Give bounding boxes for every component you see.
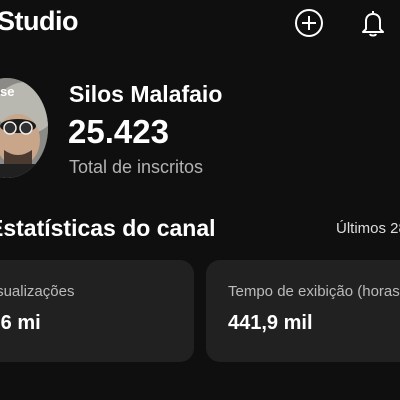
- avatar-overlay-text: se: [0, 84, 15, 99]
- views-value: 1,6 mi: [0, 312, 41, 334]
- period-filter[interactable]: Últimos 28 dias: [336, 220, 400, 237]
- studio-screen: Studio se Silos Malafaio 25.423 Total de…: [0, 0, 400, 400]
- channel-avatar[interactable]: se: [0, 78, 48, 178]
- views-card[interactable]: Visualizações 1,6 mi: [0, 260, 194, 362]
- channel-name[interactable]: Silos Malafaio: [69, 81, 222, 108]
- app-title: Studio: [0, 6, 78, 37]
- watch-time-label: Tempo de exibição (horas): [228, 283, 400, 300]
- subscriber-label: Total de inscritos: [69, 157, 204, 177]
- add-icon[interactable]: [294, 8, 324, 38]
- watch-time-value: 441,9 mil: [228, 312, 313, 334]
- subscriber-count: 25.423: [68, 113, 169, 150]
- section-title: Estatísticas do canal: [0, 215, 216, 241]
- watch-time-card[interactable]: Tempo de exibição (horas) 441,9 mil: [206, 260, 400, 362]
- views-label: Visualizações: [0, 283, 75, 300]
- notifications-icon[interactable]: [358, 8, 388, 38]
- app-title-text: Studio: [0, 6, 78, 36]
